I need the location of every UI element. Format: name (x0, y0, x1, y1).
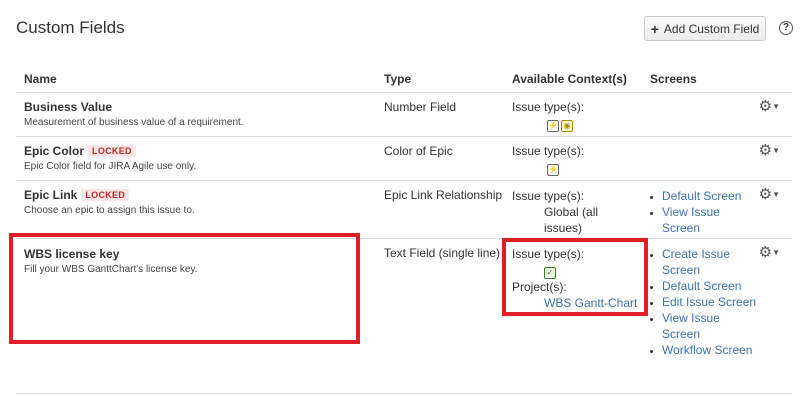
screen-link[interactable]: View Issue Screen (662, 310, 760, 342)
highlight-box-name (9, 233, 360, 344)
page-title: Custom Fields (16, 18, 125, 37)
field-type: Text Field (single line) (384, 246, 501, 260)
chevron-down-icon: ▼ (772, 102, 780, 111)
gear-icon[interactable]: ⚙▼ (759, 243, 780, 261)
chevron-down-icon: ▼ (772, 146, 780, 155)
idea-icon: ◉ (561, 120, 573, 132)
gear-icon[interactable]: ⚙▼ (759, 141, 780, 159)
chevron-down-icon: ▼ (772, 190, 780, 199)
context-label: Issue type(s): (512, 189, 585, 203)
chevron-down-icon: ▼ (772, 248, 780, 257)
screen-link[interactable]: View Issue Screen (662, 204, 760, 236)
column-header-name: Name (24, 72, 57, 86)
context-label: Issue type(s): (512, 100, 585, 114)
context-value: Global (all issues) (544, 205, 599, 235)
field-name: Epic Link (24, 188, 78, 202)
locked-badge: LOCKED (81, 189, 130, 201)
column-header-type: Type (384, 72, 412, 86)
screen-link[interactable]: Workflow Screen (662, 342, 760, 358)
story-icon: ⚡ (547, 120, 559, 132)
add-custom-field-label: Add Custom Field (663, 21, 760, 36)
plus-icon: + (650, 20, 659, 37)
screens-list: Create Issue Screen Default Screen Edit … (650, 246, 760, 358)
screen-link[interactable]: Edit Issue Screen (662, 294, 760, 310)
table-row: Epic Link LOCKED Choose an epic to assign… (16, 181, 792, 238)
context-label: Issue type(s): (512, 144, 585, 158)
field-type: Number Field (384, 100, 457, 114)
field-type: Epic Link Relationship (384, 188, 503, 202)
locked-badge: LOCKED (88, 145, 136, 157)
help-icon[interactable]: ? (779, 21, 793, 35)
gear-icon[interactable]: ⚙▼ (759, 185, 780, 203)
row-divider (16, 393, 792, 394)
column-header-screens: Screens (650, 72, 697, 86)
field-name: Epic Color (24, 144, 85, 158)
field-description: Choose an epic to assign this issue to. (24, 205, 195, 216)
gear-icon[interactable]: ⚙▼ (759, 97, 780, 115)
table-row: Epic Color LOCKED Epic Color field for JI… (16, 137, 792, 180)
column-header-context: Available Context(s) (512, 72, 627, 86)
screen-link[interactable]: Create Issue Screen (662, 246, 760, 278)
screen-link[interactable]: Default Screen (662, 278, 760, 294)
add-custom-field-button[interactable]: + Add Custom Field (644, 16, 766, 41)
screens-list: Default Screen View Issue Screen (650, 188, 760, 236)
table-row: Business Value Measurement of business v… (16, 93, 792, 136)
field-description: Epic Color field for JIRA Agile use only… (24, 161, 197, 172)
field-description: Measurement of business value of a requi… (24, 117, 244, 128)
field-type: Color of Epic (384, 144, 453, 158)
story-icon: ⚡ (547, 164, 559, 176)
field-name: Business Value (24, 100, 113, 114)
screen-link[interactable]: Default Screen (662, 188, 760, 204)
highlight-box-context (502, 238, 648, 316)
